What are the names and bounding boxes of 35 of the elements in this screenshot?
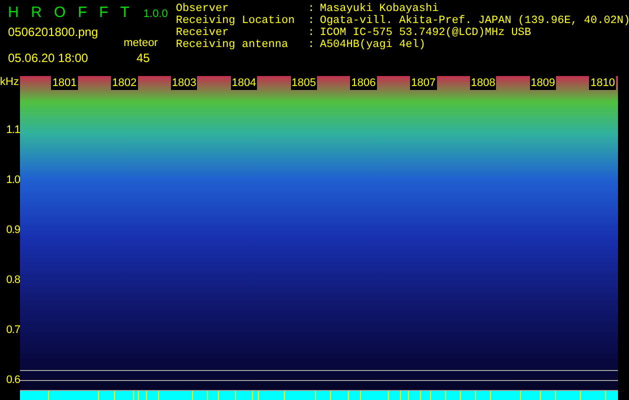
frequency-label: 1.0 [6, 172, 20, 188]
time-label: 1802 [111, 76, 138, 90]
info-separator: : [308, 15, 316, 27]
date-time: 05.06.20 18:00 [8, 51, 88, 65]
time-label: 1805 [290, 76, 317, 90]
info-label: Receiving antenna [176, 39, 290, 51]
time-label: 1808 [470, 76, 496, 90]
version-label: 1.0.0 [143, 7, 168, 22]
info-separator: : [308, 39, 316, 51]
info-label: Receiver [176, 27, 230, 39]
info-separator: : [308, 27, 316, 39]
time-label: 1810 [589, 76, 616, 90]
meteor-count: 45 [136, 51, 150, 65]
info-value: Ogata-vill. Akita-Pref. JAPAN (139.96E, 40.02N) [320, 15, 629, 27]
frequency-label: 0.6 [6, 372, 20, 388]
frequency-label: 0.7 [6, 322, 20, 338]
time-label: 1807 [410, 76, 437, 90]
time-label: 1809 [530, 76, 556, 90]
file-name: 0506201800.png [8, 24, 98, 38]
frequency-label: 0.8 [6, 272, 20, 288]
time-label: 1804 [230, 76, 258, 90]
frequency-label: 0.9 [6, 222, 20, 238]
frequency-label: 1.1 [6, 122, 20, 138]
info-value: A504HB(yagi 4el) [320, 39, 426, 51]
time-label: 1806 [350, 76, 377, 90]
unit-label: kHz [0, 76, 20, 88]
info-value: ICOM IC-575 53.7492(@LCD)MHz USB [320, 27, 532, 39]
info-value: Masayuki Kobayashi [320, 3, 439, 15]
time-label: 1803 [170, 76, 198, 90]
app-title: H R O F F T [8, 3, 134, 23]
info-label: Receiving Location [176, 15, 296, 27]
info-label: Observer [176, 3, 230, 15]
info-separator: : [308, 3, 316, 15]
time-label: 1801 [51, 76, 78, 90]
meteor-label: meteor [124, 36, 158, 50]
